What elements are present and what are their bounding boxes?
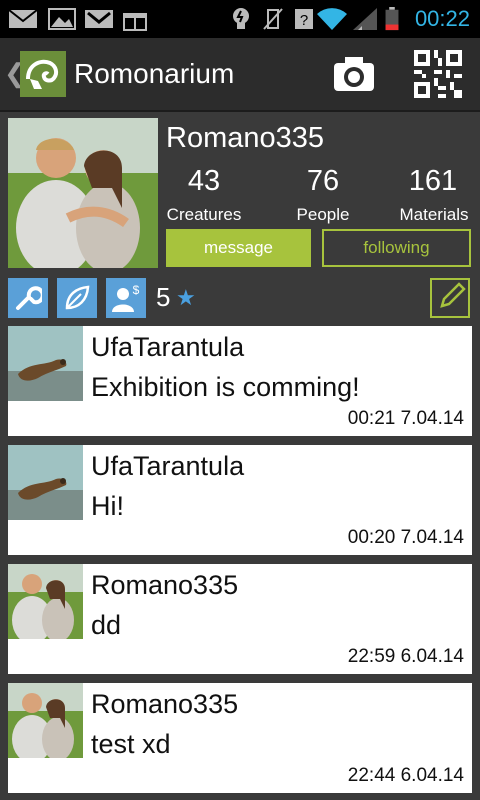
- profile-username: Romano335: [166, 122, 324, 154]
- profile-photo[interactable]: [8, 118, 158, 268]
- chameleon-logo-icon[interactable]: [20, 51, 66, 97]
- post-thumbnail-couple: [8, 564, 83, 639]
- wrench-icon: [16, 286, 42, 310]
- message-button[interactable]: message: [166, 229, 311, 267]
- post-thumbnail-lizard: [8, 445, 83, 520]
- post-timestamp: 00:21 7.04.14: [347, 408, 464, 429]
- following-button[interactable]: following: [322, 229, 471, 267]
- edit-button[interactable]: [430, 278, 470, 318]
- qr-code-icon: [414, 50, 462, 98]
- post-thumbnail-lizard: [8, 326, 83, 401]
- vibrate-off-icon: [263, 8, 283, 30]
- pencil-icon: [440, 282, 466, 308]
- post-username[interactable]: Romano335: [91, 570, 238, 601]
- battery-icon: [385, 7, 399, 31]
- image-icon: [48, 8, 76, 30]
- post-text: dd: [91, 610, 122, 640]
- post-text: Hi!: [91, 491, 124, 521]
- stat-materials-count[interactable]: 161: [378, 165, 480, 198]
- feed-post[interactable]: Romano335 test xd 22:44 6.04.14: [8, 683, 472, 793]
- leaf-badge[interactable]: [57, 278, 97, 318]
- post-timestamp: 00:20 7.04.14: [347, 527, 464, 548]
- action-bar: ❮ Romonarium: [0, 38, 480, 112]
- leaf-icon: [65, 285, 90, 310]
- user-dollar-icon: $: [112, 283, 140, 312]
- status-bar: ? 00:22: [0, 0, 480, 38]
- post-thumbnail-couple: [8, 683, 83, 758]
- user-dollar-badge[interactable]: $: [106, 278, 146, 318]
- post-username[interactable]: UfaTarantula: [91, 332, 244, 363]
- post-timestamp: 22:44 6.04.14: [347, 765, 464, 786]
- post-timestamp: 22:59 6.04.14: [347, 646, 464, 667]
- stat-materials-label[interactable]: Materials: [379, 205, 480, 225]
- star-icon: ★: [176, 285, 196, 310]
- stat-people-label[interactable]: People: [268, 205, 378, 225]
- feed-post[interactable]: UfaTarantula Hi! 00:20 7.04.14: [8, 445, 472, 555]
- wifi-icon: [317, 8, 347, 30]
- stat-creatures-count[interactable]: 43: [149, 165, 259, 198]
- status-time: 00:22: [414, 6, 470, 31]
- camera-button[interactable]: [332, 54, 376, 94]
- wrench-badge[interactable]: [8, 278, 48, 318]
- mail-icon: [8, 9, 38, 28]
- gmail-icon: [85, 10, 113, 28]
- bulb-icon: [233, 8, 249, 29]
- stat-people-count[interactable]: 76: [268, 165, 378, 198]
- svg-text:?: ?: [300, 12, 308, 29]
- nfc-icon: ?: [295, 9, 313, 29]
- post-username[interactable]: Romano335: [91, 689, 238, 720]
- post-text: Exhibition is comming!: [91, 372, 360, 402]
- feed-post[interactable]: UfaTarantula Exhibition is comming! 00:2…: [8, 326, 472, 436]
- rating-value: 5: [156, 282, 171, 312]
- feed-post[interactable]: Romano335 dd 22:59 6.04.14: [8, 564, 472, 674]
- post-text: test xd: [91, 729, 171, 759]
- camera-icon: [334, 57, 374, 91]
- app-title: Romonarium: [74, 58, 235, 89]
- gift-icon: [123, 13, 147, 31]
- qr-code-button[interactable]: [414, 50, 462, 98]
- svg-text:$: $: [133, 283, 140, 297]
- stat-creatures-label[interactable]: Creatures: [149, 205, 259, 225]
- signal-icon: [353, 8, 377, 30]
- post-username[interactable]: UfaTarantula: [91, 451, 244, 482]
